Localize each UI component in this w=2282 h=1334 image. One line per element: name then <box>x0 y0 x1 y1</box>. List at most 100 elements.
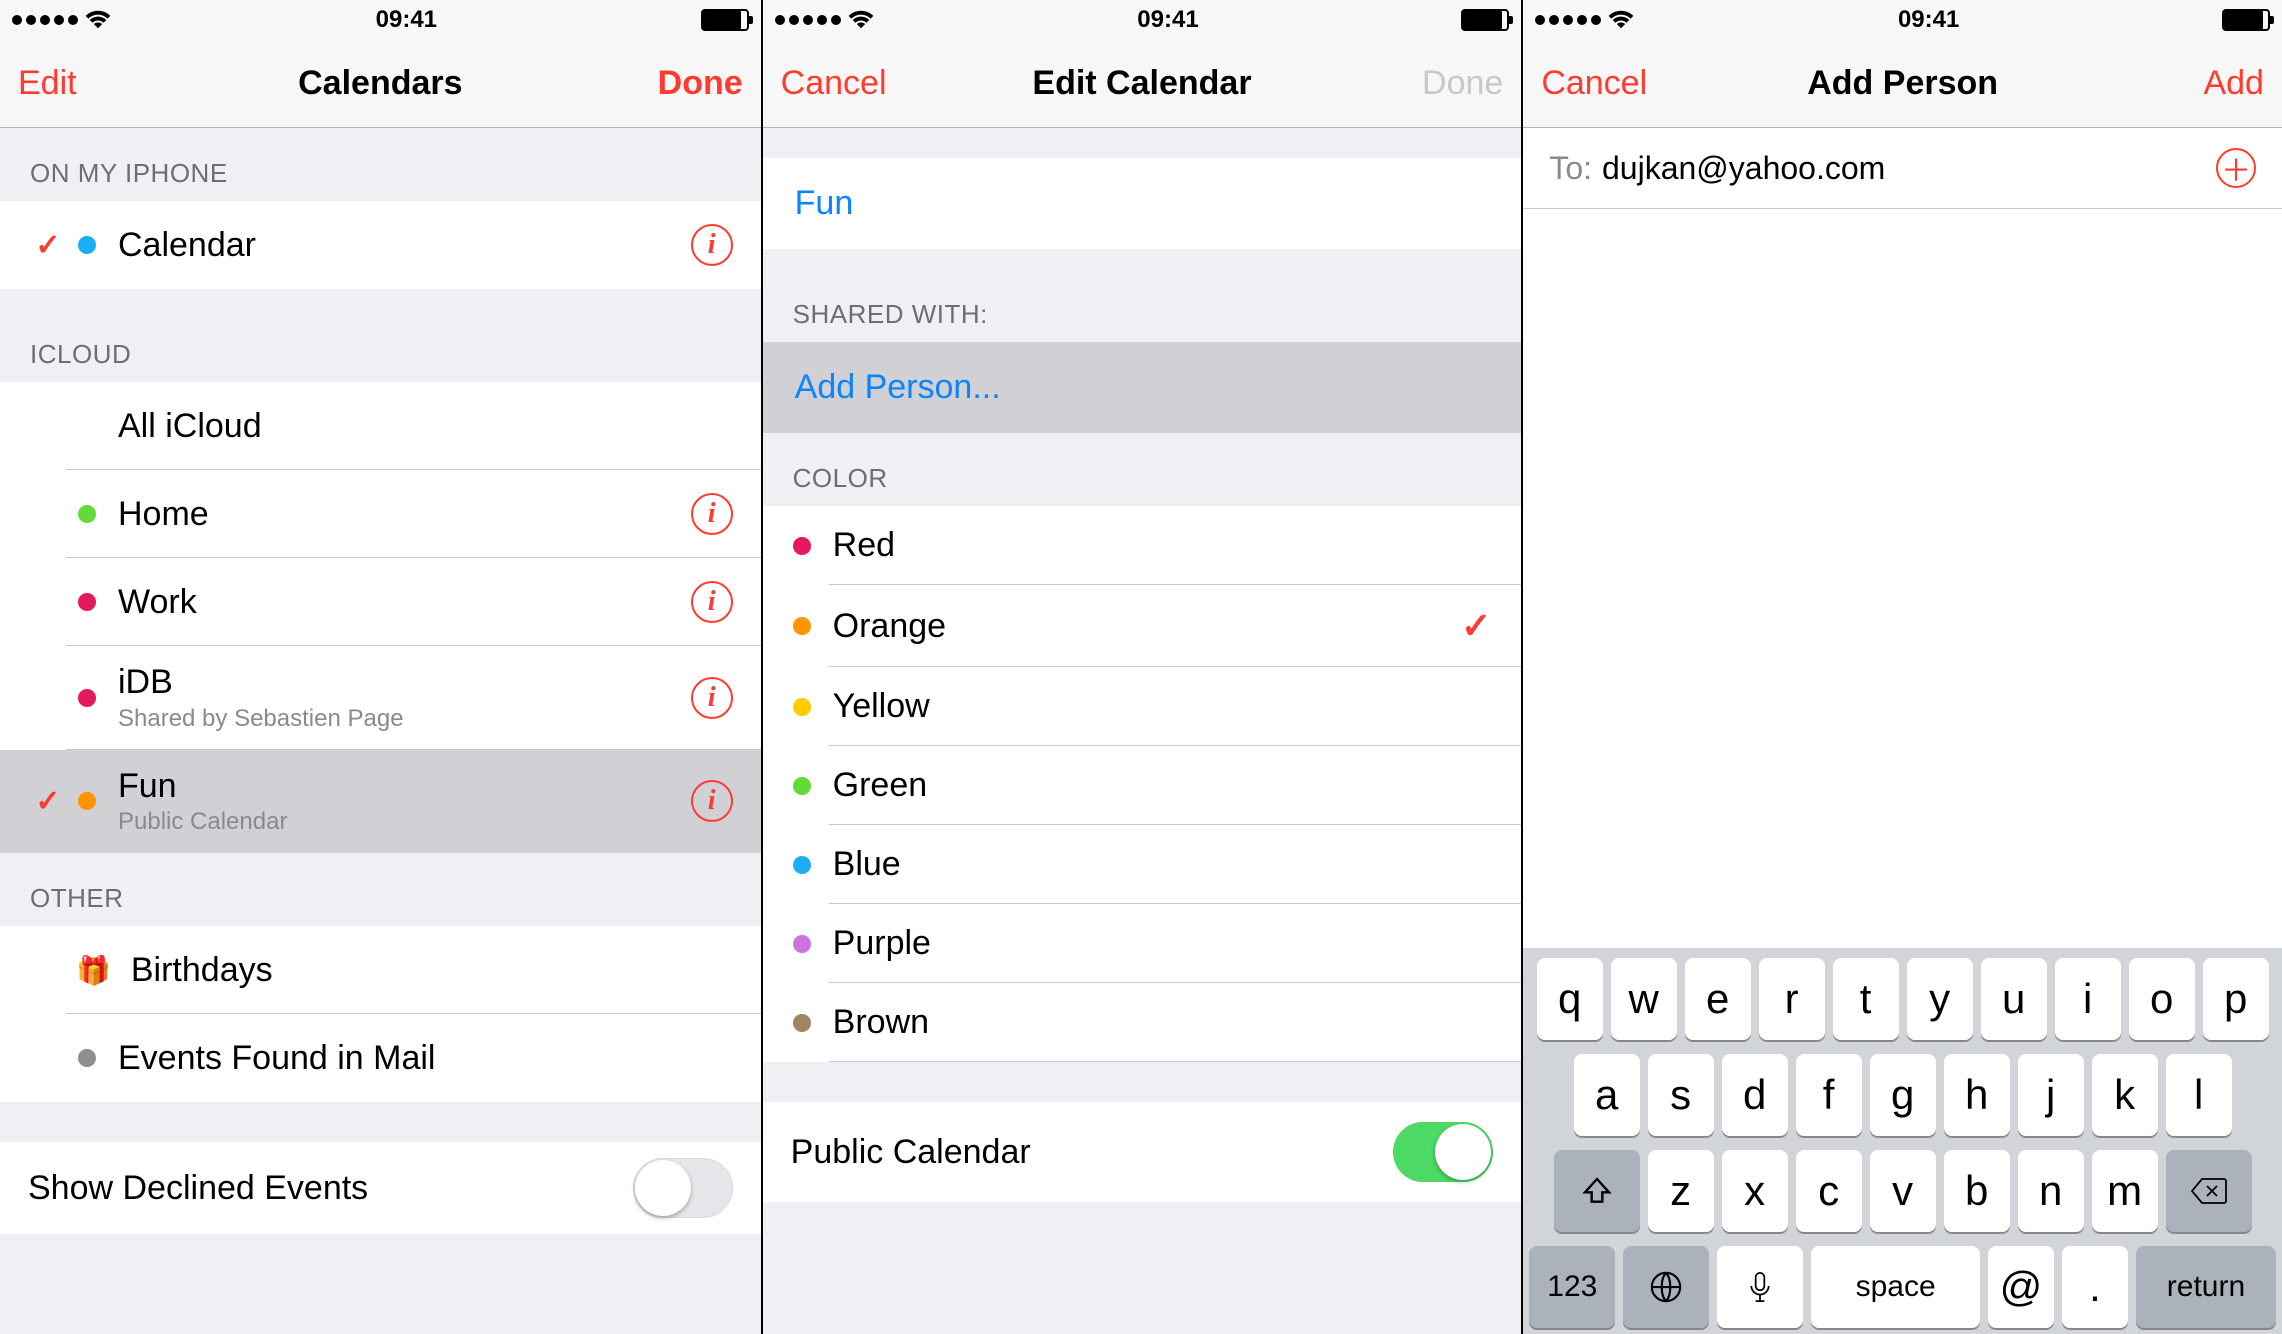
key-dot[interactable]: . <box>2062 1246 2128 1328</box>
key-y[interactable]: y <box>1907 958 1973 1040</box>
done-button[interactable]: Done <box>613 64 743 103</box>
key-h[interactable]: h <box>1944 1054 2010 1136</box>
cancel-button[interactable]: Cancel <box>781 64 911 103</box>
key-n[interactable]: n <box>2018 1150 2084 1232</box>
calendar-row-all-icloud[interactable]: All iCloud <box>0 382 761 470</box>
screen-edit-calendar: 09:41 Cancel Edit Calendar Done SHARED W… <box>761 0 1522 1334</box>
events-in-mail-row[interactable]: Events Found in Mail <box>0 1014 761 1102</box>
calendar-row[interactable]: ✓ Calendar i <box>0 201 761 289</box>
info-button[interactable]: i <box>691 493 733 535</box>
key-v[interactable]: v <box>1870 1150 1936 1232</box>
key-s[interactable]: s <box>1648 1054 1714 1136</box>
color-option-blue[interactable]: Blue <box>763 825 1522 904</box>
key-u[interactable]: u <box>1981 958 2047 1040</box>
key-f[interactable]: f <box>1796 1054 1862 1136</box>
calendar-row-home[interactable]: Home i <box>0 470 761 558</box>
done-button[interactable]: Done <box>1373 64 1503 103</box>
color-name: Blue <box>833 845 1492 884</box>
calendar-name-input[interactable] <box>795 184 1490 223</box>
check-icon: ✓ <box>1461 605 1491 647</box>
key-g[interactable]: g <box>1870 1054 1936 1136</box>
key-w[interactable]: w <box>1611 958 1677 1040</box>
key-o[interactable]: o <box>2129 958 2195 1040</box>
keyboard-row-2: a s d f g h j k l <box>1529 1054 2276 1136</box>
to-row: To: dujkan@yahoo.com ＋ <box>1523 128 2282 209</box>
key-j[interactable]: j <box>2018 1054 2084 1136</box>
key-return[interactable]: return <box>2136 1246 2276 1328</box>
info-button[interactable]: i <box>691 677 733 719</box>
calendar-name-row <box>763 158 1522 249</box>
status-bar: 09:41 <box>0 0 761 40</box>
key-m[interactable]: m <box>2092 1150 2158 1232</box>
add-person-button[interactable]: Add Person... <box>763 342 1522 433</box>
add-person-label: Add Person... <box>795 368 1001 406</box>
color-dot <box>793 1014 811 1032</box>
add-contact-button[interactable]: ＋ <box>2216 148 2256 188</box>
battery-icon <box>701 9 749 31</box>
status-bar: 09:41 <box>1523 0 2282 40</box>
key-space[interactable]: space <box>1811 1246 1980 1328</box>
cancel-button[interactable]: Cancel <box>1541 64 1671 103</box>
delete-icon <box>2190 1177 2228 1205</box>
key-delete[interactable] <box>2166 1150 2252 1232</box>
key-globe[interactable] <box>1623 1246 1709 1328</box>
color-dot <box>793 537 811 555</box>
calendar-row-idb[interactable]: iDB Shared by Sebastien Page i <box>0 646 761 750</box>
info-button[interactable]: i <box>691 780 733 822</box>
color-option-orange[interactable]: Orange ✓ <box>763 585 1522 667</box>
key-shift[interactable] <box>1554 1150 1640 1232</box>
status-time: 09:41 <box>1898 6 1959 34</box>
row-label: Events Found in Mail <box>118 1038 733 1079</box>
color-option-green[interactable]: Green <box>763 746 1522 825</box>
key-x[interactable]: x <box>1722 1150 1788 1232</box>
show-declined-row: Show Declined Events <box>0 1142 761 1234</box>
nav-bar: Edit Calendars Done <box>0 40 761 128</box>
public-calendar-switch[interactable] <box>1393 1122 1493 1182</box>
calendar-subtitle: Shared by Sebastien Page <box>118 705 691 734</box>
calendar-row-fun[interactable]: ✓ Fun Public Calendar i <box>0 750 761 854</box>
row-label: Birthdays <box>131 950 733 991</box>
info-button[interactable]: i <box>691 224 733 266</box>
color-dot <box>793 935 811 953</box>
color-option-purple[interactable]: Purple <box>763 904 1522 983</box>
show-declined-label: Show Declined Events <box>28 1168 633 1209</box>
keyboard-row-3: z x c v b n m <box>1529 1150 2276 1232</box>
to-input[interactable]: dujkan@yahoo.com <box>1602 150 2216 187</box>
color-option-yellow[interactable]: Yellow <box>763 667 1522 746</box>
key-d[interactable]: d <box>1722 1054 1788 1136</box>
edit-button[interactable]: Edit <box>18 64 148 103</box>
key-z[interactable]: z <box>1648 1150 1714 1232</box>
key-i[interactable]: i <box>2055 958 2121 1040</box>
key-q[interactable]: q <box>1537 958 1603 1040</box>
check-icon: ✓ <box>35 784 60 819</box>
add-button[interactable]: Add <box>2134 64 2264 103</box>
key-c[interactable]: c <box>1796 1150 1862 1232</box>
key-p[interactable]: p <box>2203 958 2269 1040</box>
section-header-icloud: ICLOUD <box>0 289 761 382</box>
check-icon: ✓ <box>35 228 60 263</box>
color-header: COLOR <box>763 433 1522 506</box>
to-label: To: <box>1549 150 1592 187</box>
calendar-row-work[interactable]: Work i <box>0 558 761 646</box>
birthdays-row[interactable]: 🎁 Birthdays <box>0 926 761 1014</box>
key-l[interactable]: l <box>2166 1054 2232 1136</box>
color-option-red[interactable]: Red <box>763 506 1522 585</box>
shared-with-header: SHARED WITH: <box>763 249 1522 342</box>
nav-bar: Cancel Add Person Add <box>1523 40 2282 128</box>
key-t[interactable]: t <box>1833 958 1899 1040</box>
key-a[interactable]: a <box>1574 1054 1640 1136</box>
key-mic[interactable] <box>1717 1246 1803 1328</box>
key-e[interactable]: e <box>1685 958 1751 1040</box>
nav-bar: Cancel Edit Calendar Done <box>763 40 1522 128</box>
key-at[interactable]: @ <box>1988 1246 2054 1328</box>
signal-dots-icon <box>12 15 78 25</box>
color-name: Yellow <box>833 687 1492 726</box>
key-b[interactable]: b <box>1944 1150 2010 1232</box>
key-123[interactable]: 123 <box>1529 1246 1615 1328</box>
info-button[interactable]: i <box>691 581 733 623</box>
show-declined-switch[interactable] <box>633 1158 733 1218</box>
key-r[interactable]: r <box>1759 958 1825 1040</box>
color-option-brown[interactable]: Brown <box>763 983 1522 1062</box>
status-bar: 09:41 <box>763 0 1522 40</box>
key-k[interactable]: k <box>2092 1054 2158 1136</box>
